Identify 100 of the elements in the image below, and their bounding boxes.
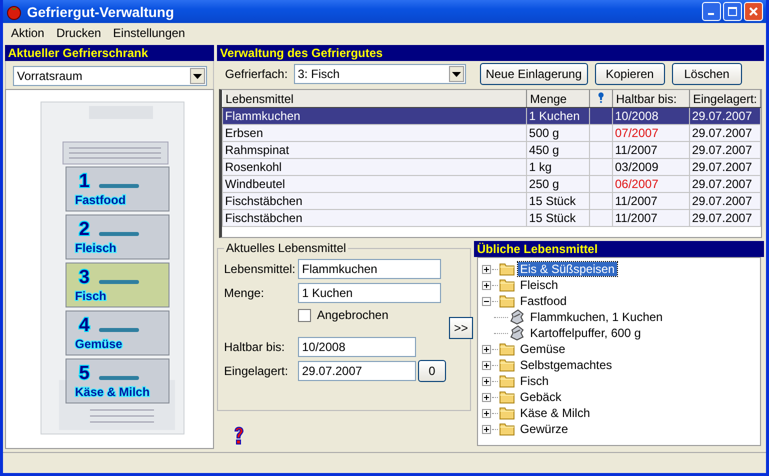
tree-item[interactable]: Gebäck <box>518 390 564 404</box>
maximize-button[interactable] <box>723 2 742 21</box>
panel-header: Übliche Lebensmittel <box>474 241 764 257</box>
maximize-icon <box>728 7 737 16</box>
table-row[interactable]: Fischstäbchen 15 Stück 11/2007 29.07.2007 <box>222 210 760 226</box>
expand-icon[interactable] <box>482 392 491 402</box>
expand-icon[interactable] <box>482 280 491 290</box>
folder-icon <box>499 277 515 293</box>
tree-item[interactable]: Flammkuchen, 1 Kuchen <box>528 310 665 324</box>
tree-item[interactable]: Selbstgemachtes <box>518 358 614 372</box>
tomato-icon <box>6 4 22 20</box>
drawer-number: 3 <box>79 267 90 288</box>
folder-icon <box>499 341 515 357</box>
table-cell: Flammkuchen <box>222 108 527 124</box>
expand-icon[interactable] <box>482 344 491 354</box>
table-row[interactable]: Flammkuchen 1 Kuchen 10/2008 29.07.2007 <box>222 108 760 124</box>
tree-item[interactable]: Fastfood <box>518 294 569 308</box>
table-cell: 15 Stück <box>526 192 590 210</box>
table-cell: 1 kg <box>526 158 590 176</box>
table-cell: 29.07.2007 <box>689 108 760 124</box>
tree-item[interactable]: Käse & Milch <box>518 406 592 420</box>
table-cell: 11/2007 <box>612 192 690 210</box>
toolbar-button[interactable]: Löschen <box>672 63 742 85</box>
drawer-label: Käse & Milch <box>75 385 150 399</box>
exclamation-icon <box>598 92 604 102</box>
field-label: Haltbar bis: <box>224 340 286 354</box>
tree-item[interactable]: Gewürze <box>518 422 570 436</box>
table-cell: 07/2007 <box>612 124 690 142</box>
toolbar-button[interactable]: Kopieren <box>594 63 665 85</box>
table-cell: 03/2009 <box>612 158 690 176</box>
table-cell: 10/2008 <box>612 108 690 124</box>
drawer-label: Fastfood <box>75 193 126 207</box>
table-row[interactable]: Windbeutel 250 g 06/2007 29.07.2007 <box>222 176 760 192</box>
column-header: Eingelagert: <box>689 90 760 108</box>
minimize-button[interactable] <box>702 2 721 21</box>
column-header: Haltbar bis: <box>612 90 690 108</box>
column-header: Lebensmittel <box>222 90 527 108</box>
folder-icon <box>499 357 515 373</box>
toolbar-button[interactable]: Neue Einlagerung <box>480 63 588 85</box>
table-cell: Rosenkohl <box>222 158 527 176</box>
table-cell: Erbsen <box>222 124 527 142</box>
drawer-number: 4 <box>79 315 90 336</box>
help-icon <box>233 425 245 445</box>
compartment-dropdown[interactable]: 3: Fisch <box>294 64 466 84</box>
table-row[interactable]: Rosenkohl 1 kg 03/2009 29.07.2007 <box>222 158 760 176</box>
drawer-label: Fisch <box>75 289 106 303</box>
table-cell: 450 g <box>526 142 590 158</box>
tree-item[interactable]: Kartoffelpuffer, 600 g <box>528 326 643 340</box>
table-cell: 29.07.2007 <box>689 142 760 158</box>
folder-icon <box>499 389 515 405</box>
expand-icon[interactable] <box>482 264 491 274</box>
food-icon <box>509 325 525 341</box>
table-cell: 15 Stück <box>526 210 590 226</box>
checkbox[interactable] <box>298 308 311 322</box>
table-cell: Rahmspinat <box>222 142 527 158</box>
window-title: Gefriergut-Verwaltung <box>27 4 176 20</box>
expand-icon[interactable] <box>482 408 491 418</box>
group-title: Aktuelles Lebensmittel <box>225 241 348 255</box>
table-row[interactable]: Fischstäbchen 15 Stück 11/2007 29.07.2007 <box>222 192 760 210</box>
table-cell: 29.07.2007 <box>689 210 760 226</box>
location-dropdown[interactable]: Vorratsraum <box>13 66 207 86</box>
table-cell: 1 Kuchen <box>526 108 590 124</box>
drawer-number: 1 <box>79 171 90 192</box>
table-cell: 29.07.2007 <box>689 192 760 210</box>
column-header: Menge <box>526 90 590 108</box>
tree-item[interactable]: Eis & Süßspeisen <box>518 262 617 276</box>
expand-icon[interactable] <box>482 424 491 434</box>
input-field[interactable]: Flammkuchen <box>298 259 441 279</box>
table-row[interactable]: Erbsen 500 g 07/2007 29.07.2007 <box>222 124 760 142</box>
transfer-button[interactable]: >> <box>449 317 473 339</box>
table-cell: Fischstäbchen <box>222 192 527 210</box>
table-cell: 250 g <box>526 176 590 192</box>
drawer-label: Gemüse <box>75 337 122 351</box>
expand-icon[interactable] <box>482 376 491 386</box>
menu-item[interactable]: Einstellungen <box>107 26 192 40</box>
input-field[interactable]: 1 Kuchen <box>298 283 441 303</box>
table-cell: 29.07.2007 <box>689 124 760 142</box>
field-label: Lebensmittel: <box>224 262 296 276</box>
drawer-number: 5 <box>79 363 90 384</box>
folder-icon <box>499 405 515 421</box>
input-field[interactable]: 10/2008 <box>298 337 416 357</box>
today-button[interactable]: 0 <box>418 360 446 382</box>
table-cell: Windbeutel <box>222 176 527 192</box>
table-cell: 11/2007 <box>612 142 690 158</box>
tree-item[interactable]: Gemüse <box>518 342 568 356</box>
food-icon <box>509 309 525 325</box>
table-cell: 29.07.2007 <box>689 176 760 192</box>
menu-item[interactable]: Drucken <box>50 26 108 40</box>
expand-icon[interactable] <box>482 360 491 370</box>
folder-icon <box>499 261 515 277</box>
close-icon <box>749 7 758 16</box>
tree-item[interactable]: Fisch <box>518 374 551 388</box>
dropdown-arrow-icon <box>452 72 461 76</box>
input-field[interactable]: 29.07.2007 <box>298 361 416 381</box>
menu-item[interactable]: Aktion <box>5 26 50 40</box>
collapse-icon[interactable] <box>482 296 491 306</box>
table-row[interactable]: Rahmspinat 450 g 11/2007 29.07.2007 <box>222 142 760 158</box>
tree-item[interactable]: Fleisch <box>518 278 560 292</box>
close-button[interactable] <box>744 2 763 21</box>
dropdown-arrow-icon <box>193 74 202 78</box>
